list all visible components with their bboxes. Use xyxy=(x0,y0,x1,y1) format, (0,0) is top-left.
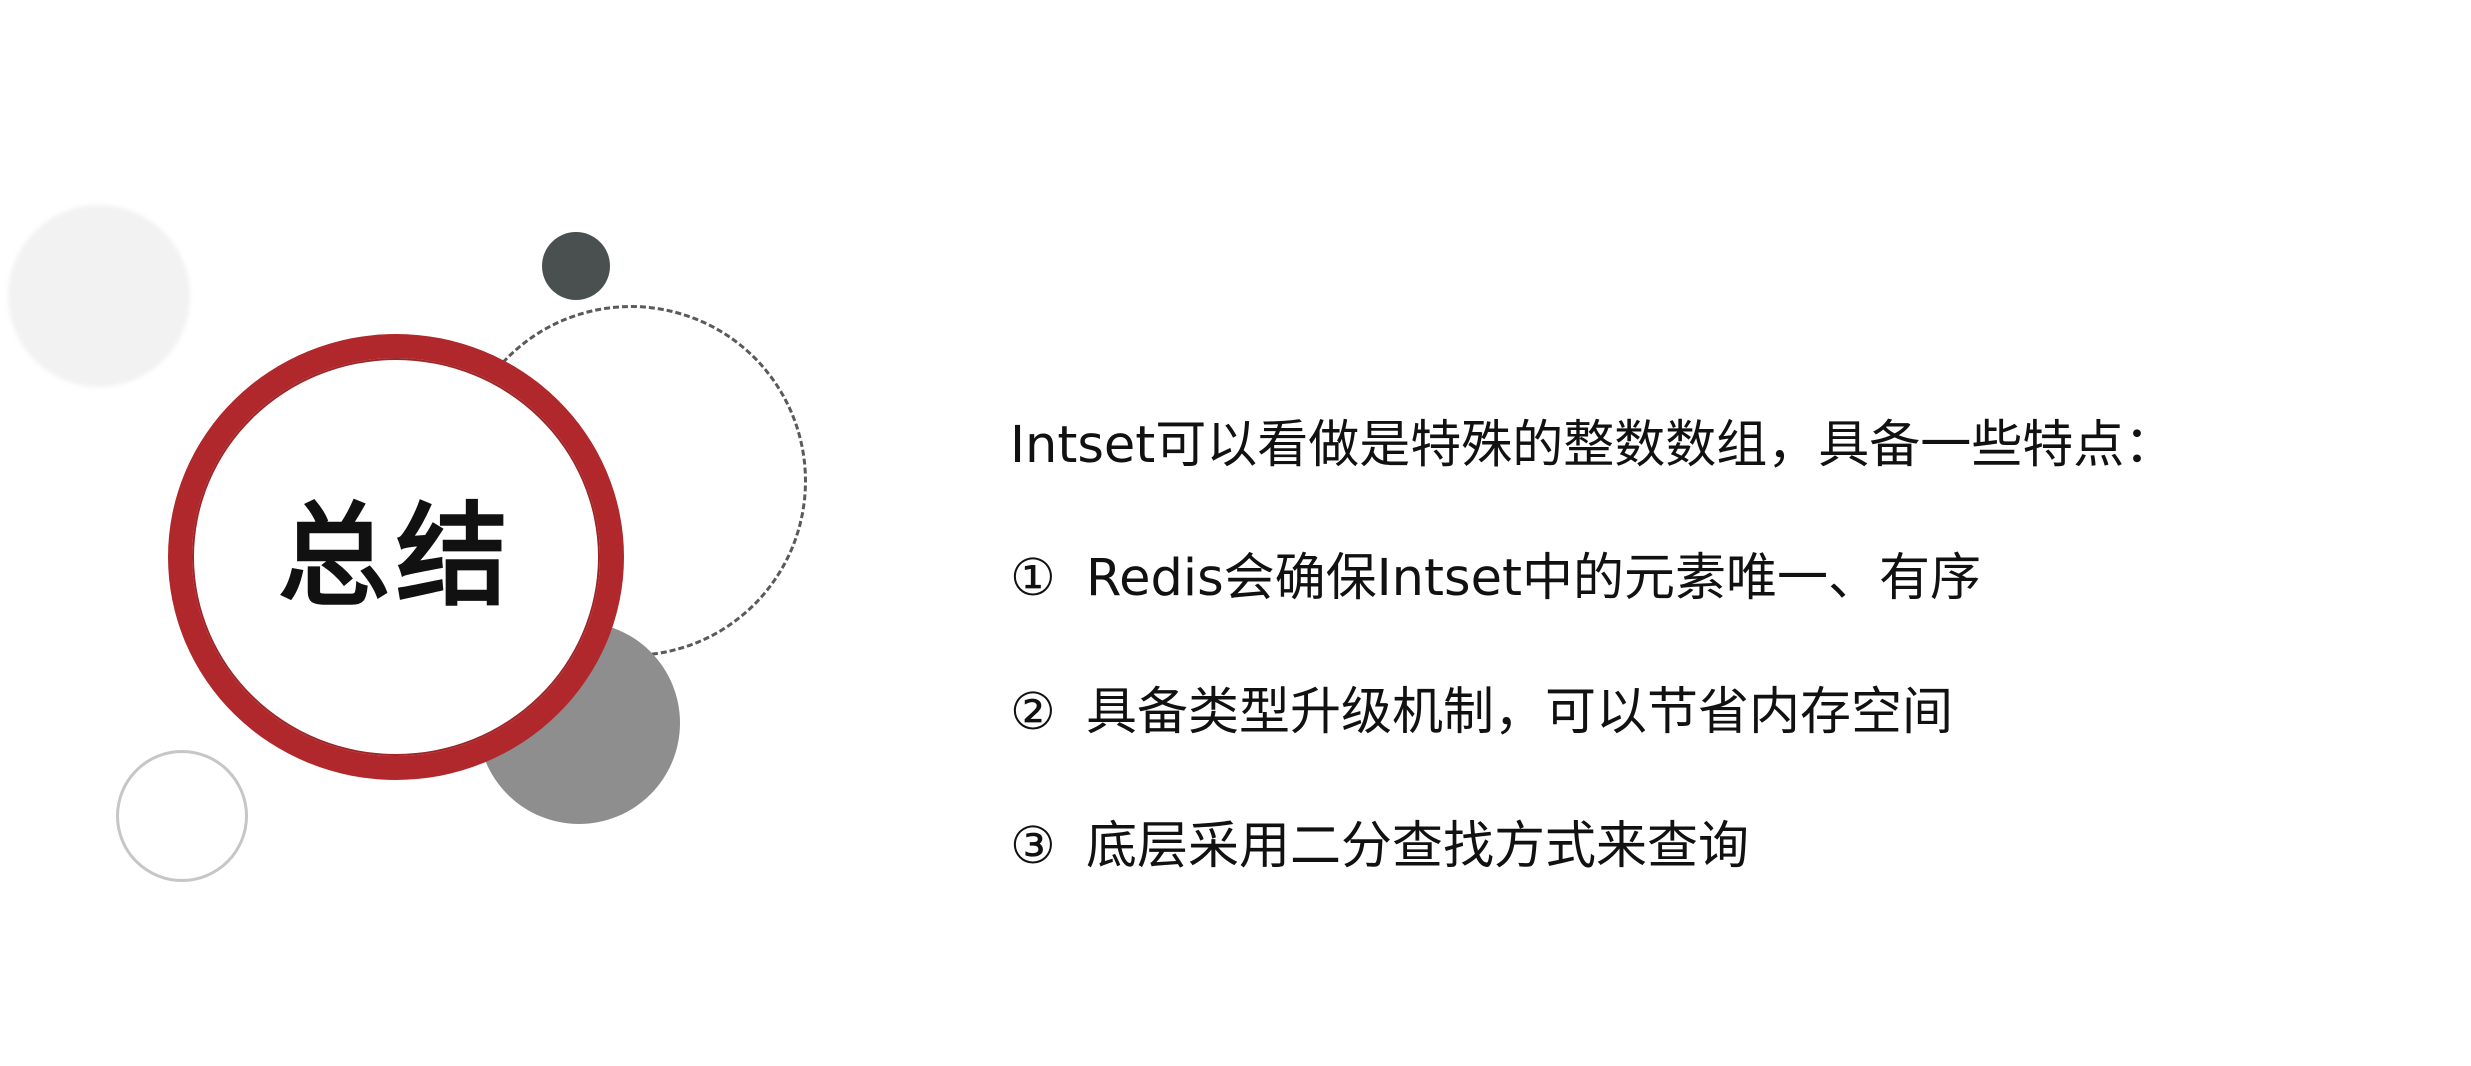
point-text: 具备类型升级机制，可以节省内存空间 xyxy=(1086,683,1954,742)
summary-content: Intset可以看做是特殊的整数数组，具备一些特点： ① Redis会确保Int… xyxy=(1010,416,2176,872)
decorative-soft-circle xyxy=(8,205,190,387)
summary-point-1: ① Redis会确保Intset中的元素唯一、有序 xyxy=(1010,553,1981,604)
slide-title: 总结 xyxy=(278,492,514,622)
summary-point-3: ③ 底层采用二分查找方式来查询 xyxy=(1010,821,1749,872)
slide: 总结 Intset可以看做是特殊的整数数组，具备一些特点： ① Redis会确保… xyxy=(0,0,2471,1066)
decorative-outline-circle xyxy=(116,750,248,882)
point-text: Redis会确保Intset中的元素唯一、有序 xyxy=(1086,549,1981,608)
summary-intro: Intset可以看做是特殊的整数数组，具备一些特点： xyxy=(1010,416,2176,475)
point-marker: ① xyxy=(1010,549,1056,608)
point-marker: ③ xyxy=(1010,817,1056,876)
point-text: 底层采用二分查找方式来查询 xyxy=(1086,817,1750,876)
summary-point-2: ② 具备类型升级机制，可以节省内存空间 xyxy=(1010,687,1953,738)
decorative-dark-dot xyxy=(542,232,610,300)
point-marker: ② xyxy=(1010,683,1056,742)
title-ring: 总结 xyxy=(168,334,624,780)
